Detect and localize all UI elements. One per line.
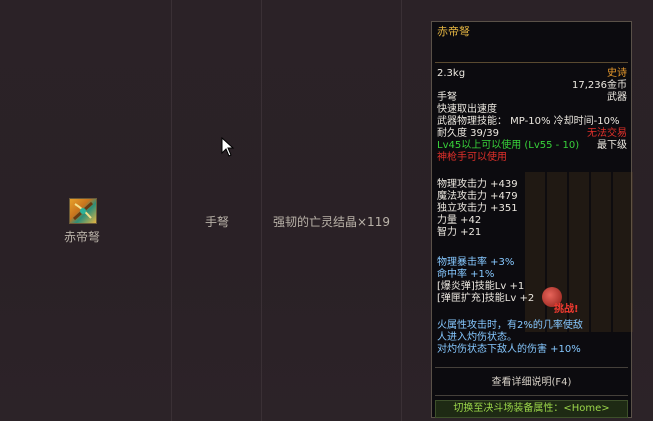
material-cost: 强韧的亡灵结晶×119 xyxy=(273,215,390,229)
level-down: 最下级 xyxy=(597,140,627,151)
bonus-line: [弹匣扩充]技能Lv +2 xyxy=(437,293,535,304)
crossbow-item-icon[interactable] xyxy=(69,198,97,224)
price: 17,236金币 xyxy=(572,80,627,91)
stat-line: 力量 +42 xyxy=(437,215,482,226)
durability: 耐久度 39/39 xyxy=(437,128,499,139)
divider xyxy=(435,62,628,63)
effect-line: 对灼伤状态下敌人的伤害 +10% xyxy=(437,344,581,355)
bonus-line: 命中率 +1% xyxy=(437,269,495,280)
effect-line: 火属性攻击时，有2%的几率使敌 xyxy=(437,320,583,331)
column-type xyxy=(172,0,262,421)
divider xyxy=(435,395,628,396)
challenge-badge: 挑战! xyxy=(538,287,582,317)
effect-line: 人进入灼伤状态。 xyxy=(437,332,517,343)
bonus-line: 物理暴击率 +3% xyxy=(437,257,515,268)
stat-line: 智力 +21 xyxy=(437,227,482,238)
rarity: 史诗 xyxy=(607,68,627,79)
divider xyxy=(435,367,628,368)
switch-pvp-stats-button[interactable]: 切换至决斗场装备属性：<Home> xyxy=(435,400,628,418)
tooltip-title: 赤帝弩 xyxy=(437,25,470,38)
stat-line: 物理攻击力 +439 xyxy=(437,179,518,190)
weight: 2.3kg xyxy=(437,68,466,79)
category: 武器 xyxy=(607,92,627,103)
skill-line: 武器物理技能： MP-10% 冷却时间-10% xyxy=(437,116,620,127)
attack-speed: 快速取出速度 xyxy=(437,104,497,115)
item-tooltip: 赤帝弩 2.3kg 史诗 17,236金币 手弩 武器 快速取出速度 武器物理技… xyxy=(431,21,633,418)
stat-line: 魔法攻击力 +479 xyxy=(437,191,518,202)
mouse-pointer-icon xyxy=(221,137,235,157)
item-name[interactable]: 赤帝弩 xyxy=(64,228,100,245)
bonus-line: [爆炎弹]技能Lv +1 xyxy=(437,281,525,292)
item-type: 手弩 xyxy=(205,215,230,229)
detail-button[interactable]: 查看详细说明(F4) xyxy=(435,374,628,391)
stat-line: 独立攻击力 +351 xyxy=(437,203,518,214)
level-requirement: Lv45以上可以使用 (Lv55 - 10) xyxy=(437,140,580,151)
class-requirement: 神枪手可以使用 xyxy=(437,152,507,163)
weapon-type: 手弩 xyxy=(437,92,457,103)
column-material xyxy=(262,0,402,421)
no-trade-label: 无法交易 xyxy=(587,128,627,139)
